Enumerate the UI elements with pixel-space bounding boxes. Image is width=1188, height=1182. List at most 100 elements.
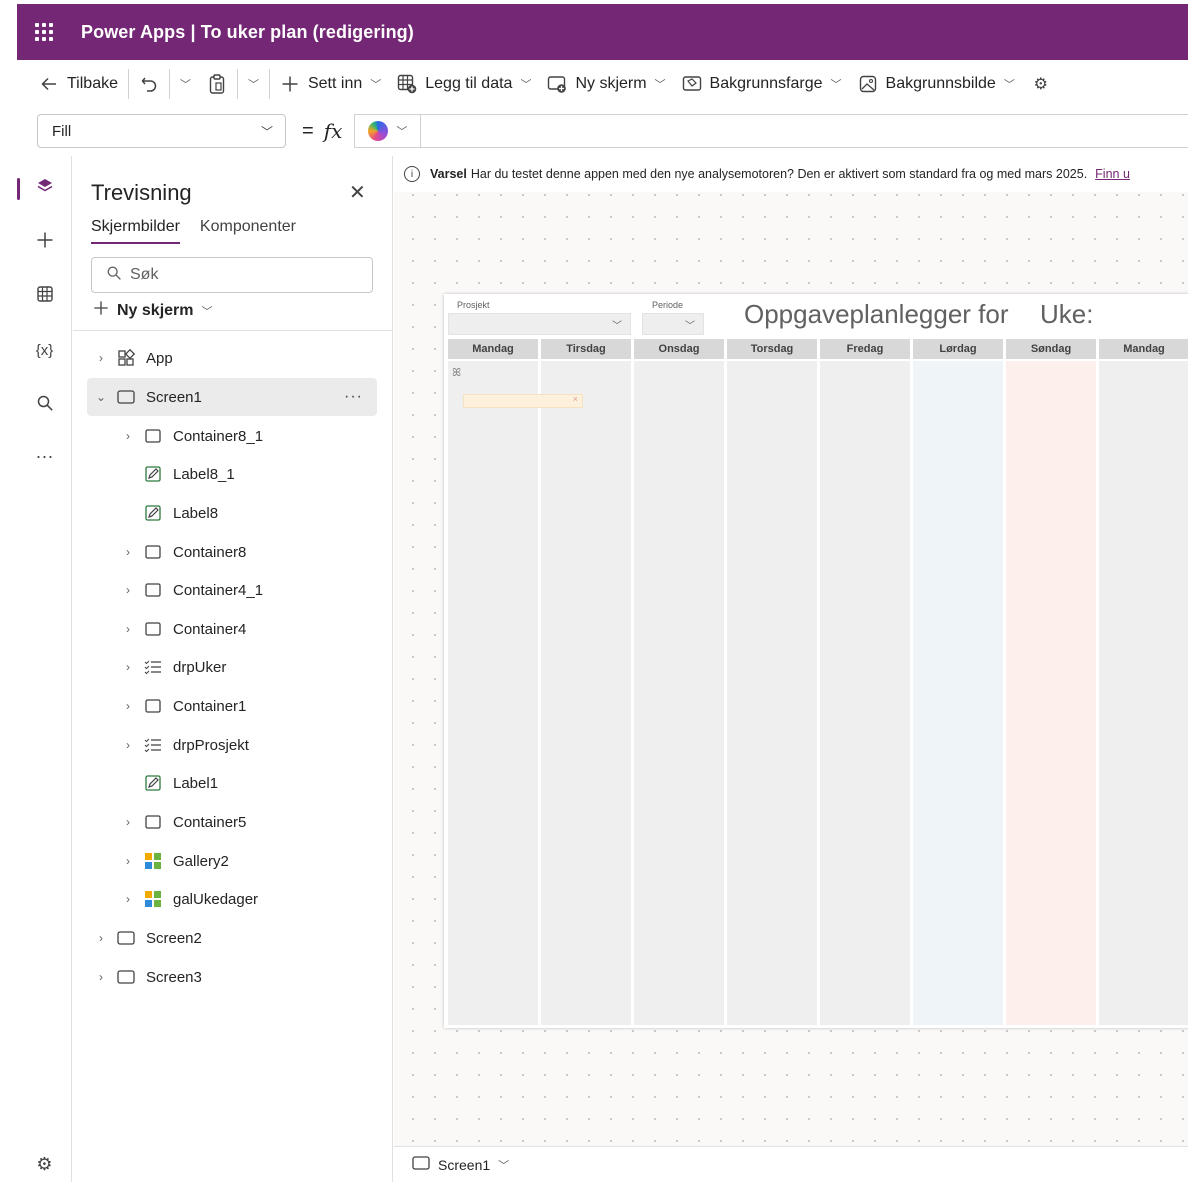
copilot-button[interactable]: ﹀ <box>354 114 421 148</box>
background-color-button[interactable]: Bakgrunnsfarge ﹀ <box>674 68 850 100</box>
tree-node-label8[interactable]: Label8 <box>73 494 392 532</box>
paste-menu-button[interactable]: ﹀ <box>240 68 267 100</box>
tree-node-drpprosjekt[interactable]: › drpProsjekt <box>73 726 392 764</box>
container-icon <box>143 542 163 562</box>
variables-rail-button[interactable]: {x} <box>17 330 72 370</box>
tree-node-gallery2[interactable]: › Gallery2 <box>73 842 392 880</box>
insert-rail-button[interactable] <box>17 222 72 262</box>
app-launcher-button[interactable] <box>17 4 71 60</box>
tree-node-container4-1[interactable]: › Container4_1 <box>73 571 392 609</box>
add-data-label: Legg til data <box>425 75 513 92</box>
paste-button[interactable] <box>199 68 235 100</box>
tree-node-screen2[interactable]: › Screen2 <box>73 919 392 957</box>
tree-node-container8[interactable]: › Container8 <box>73 533 392 571</box>
design-canvas[interactable]: i Varsel Har du testet denne appen med d… <box>394 156 1188 1146</box>
chevron-down-icon: ﹀ <box>520 79 532 91</box>
screen-icon <box>116 387 136 407</box>
node-label: drpProsjekt <box>173 736 249 754</box>
undo-button[interactable] <box>131 68 167 100</box>
chevron-down-icon: ⌄ <box>95 390 107 404</box>
chevron-down-icon: ﹀ <box>179 79 191 91</box>
day-column[interactable] <box>727 361 817 1025</box>
day-column[interactable]: ꕤ <box>448 361 538 1025</box>
tree-node-label8-1[interactable]: Label8_1 <box>73 455 392 493</box>
chevron-down-icon[interactable]: ﹀ <box>498 1157 509 1173</box>
tree-node-container4[interactable]: › Container4 <box>73 610 392 648</box>
label-icon <box>143 503 163 523</box>
divider <box>127 69 129 99</box>
container-icon <box>143 426 163 446</box>
tree-node-container8-1[interactable]: › Container8_1 <box>73 417 392 455</box>
day-column[interactable] <box>634 361 724 1025</box>
close-icon[interactable]: × <box>573 394 578 404</box>
formula-input[interactable] <box>420 114 1188 148</box>
plus-icon <box>36 231 54 254</box>
app-title: Power Apps | To uker plan (redigering) <box>81 21 414 42</box>
settings-button[interactable]: ⚙ <box>1023 68 1059 100</box>
new-screen-tree-button[interactable]: Ny skjerm ﹀ <box>93 300 213 321</box>
tree-node-screen1[interactable]: ⌄ Screen1 ··· <box>87 378 377 416</box>
tree-node-container1[interactable]: › Container1 <box>73 687 392 725</box>
day-header: Mandag <box>1099 339 1188 359</box>
gear-icon: ⚙ <box>1033 76 1048 93</box>
search-rail-button[interactable] <box>17 385 72 425</box>
day-column[interactable] <box>820 361 910 1025</box>
day-header: Fredag <box>820 339 910 359</box>
node-label: Gallery2 <box>173 852 229 870</box>
search-input[interactable]: Søk <box>91 257 373 293</box>
tree-node-screen3[interactable]: › Screen3 <box>73 958 392 996</box>
tab-components[interactable]: Komponenter <box>200 218 296 244</box>
day-header: Onsdag <box>634 339 724 359</box>
copilot-icon <box>368 121 389 141</box>
day-column[interactable] <box>541 361 631 1025</box>
tab-screens[interactable]: Skjermbilder <box>91 218 180 244</box>
container-icon <box>143 696 163 716</box>
close-icon[interactable]: ✕ <box>349 180 366 205</box>
back-button[interactable]: Tilbake <box>31 68 126 100</box>
insert-button[interactable]: Sett inn ﹀ <box>272 68 389 100</box>
screen-icon <box>116 928 136 948</box>
task-card[interactable]: × <box>463 394 583 408</box>
app-screen-preview[interactable]: Prosjekt ﹀ Periode ﹀ Oppgaveplanlegger f… <box>444 294 1188 1028</box>
tree-node-app[interactable]: › App <box>73 339 392 377</box>
more-options-icon[interactable]: ··· <box>344 388 363 406</box>
day-column[interactable] <box>1099 361 1188 1025</box>
container-icon <box>143 580 163 600</box>
chevron-down-icon: ﹀ <box>247 79 259 91</box>
chevron-right-icon: › <box>126 892 130 906</box>
settings-rail-button[interactable]: ⚙ <box>17 1144 72 1182</box>
warning-banner: i Varsel Har du testet denne appen med d… <box>394 156 1188 192</box>
tree-node-drpuker[interactable]: › drpUker <box>73 648 392 686</box>
node-label: Screen3 <box>146 968 202 986</box>
day-column-saturday[interactable] <box>913 361 1003 1025</box>
period-dropdown[interactable]: ﹀ <box>642 313 704 335</box>
tree-node-label1[interactable]: Label1 <box>73 764 392 802</box>
chevron-right-icon: › <box>99 970 103 984</box>
chevron-down-icon: ﹀ <box>830 79 842 91</box>
data-rail-button[interactable] <box>17 276 72 316</box>
new-screen-button[interactable]: Ny skjerm ﹀ <box>539 68 673 100</box>
chevron-down-icon: ﹀ <box>612 320 622 332</box>
undo-menu-button[interactable]: ﹀ <box>172 68 199 100</box>
plus-icon <box>93 300 109 321</box>
layers-icon <box>36 177 54 200</box>
add-data-button[interactable]: Legg til data ﹀ <box>389 68 539 100</box>
background-image-button[interactable]: Bakgrunnsbilde ﹀ <box>850 68 1023 100</box>
node-label: Container4_1 <box>173 581 264 599</box>
project-label: Prosjekt <box>457 300 490 310</box>
insert-label: Sett inn <box>307 75 363 92</box>
day-header: Søndag <box>1006 339 1096 359</box>
more-rail-button[interactable]: ··· <box>17 436 72 476</box>
banner-link[interactable]: Finn u <box>1095 167 1130 181</box>
property-selector[interactable]: Fill ﹀ <box>37 114 286 148</box>
day-column-sunday[interactable] <box>1006 361 1096 1025</box>
tree-node-container5[interactable]: › Container5 <box>73 803 392 841</box>
project-dropdown[interactable]: ﹀ <box>448 313 631 335</box>
variables-icon: {x} <box>35 341 54 359</box>
tree-view-button[interactable] <box>17 168 72 208</box>
current-screen-label[interactable]: Screen1 <box>438 1157 490 1173</box>
background-image-label: Bakgrunnsbilde <box>885 75 996 92</box>
tree-node-galukedager[interactable]: › galUkedager <box>73 880 392 918</box>
period-label: Periode <box>652 300 684 310</box>
node-label: App <box>146 349 173 367</box>
